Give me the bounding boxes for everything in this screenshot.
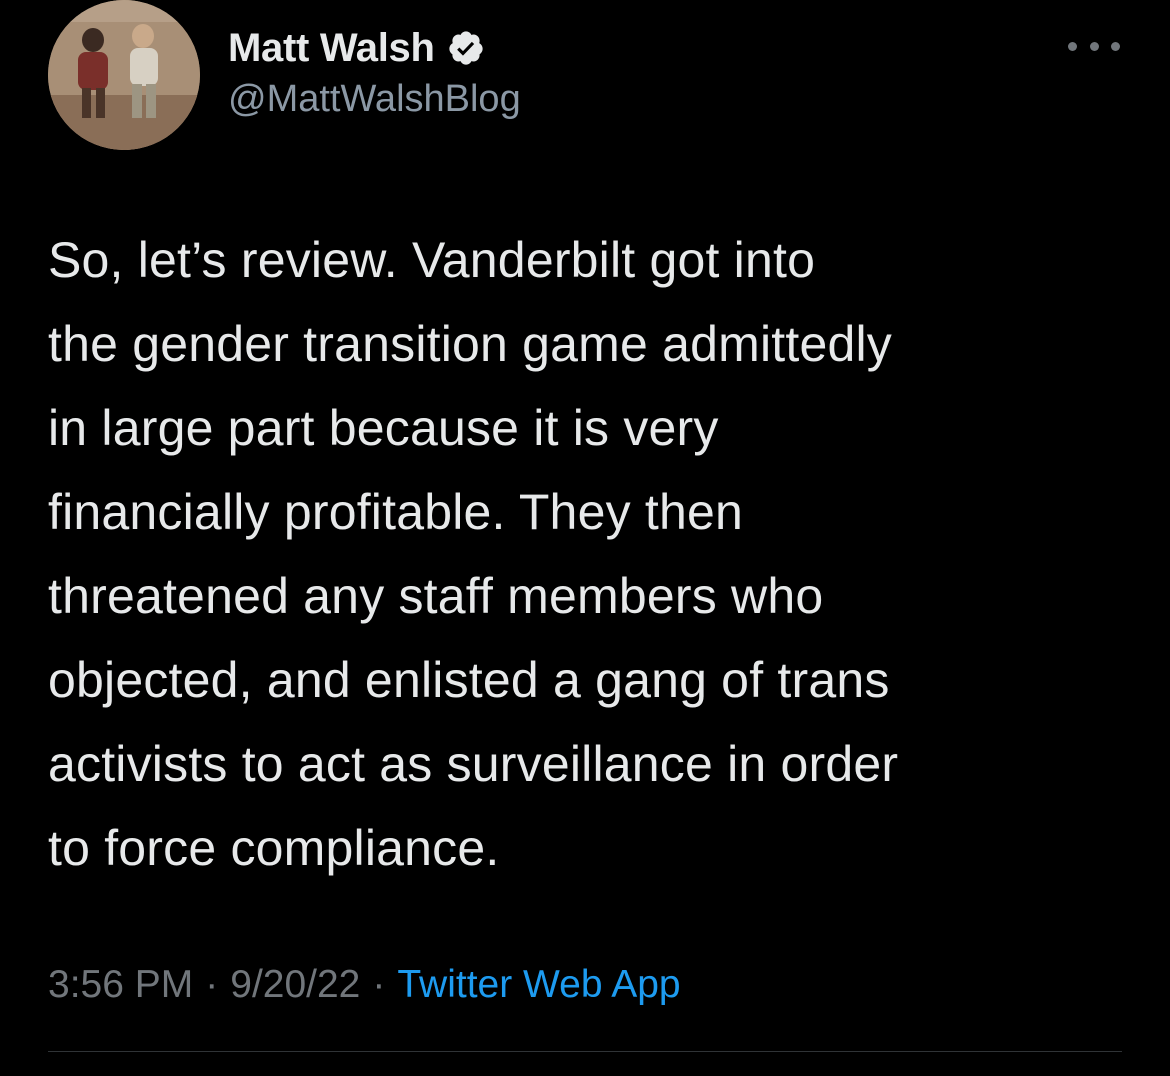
display-name[interactable]: Matt Walsh bbox=[228, 26, 435, 71]
author-info: Matt Walsh @MattWalshBlog bbox=[228, 22, 521, 121]
tweet-date[interactable]: 9/20/22 bbox=[230, 963, 360, 1007]
profile-photo bbox=[48, 0, 200, 150]
ellipsis-dot bbox=[1111, 41, 1120, 51]
verified-badge-icon bbox=[447, 29, 485, 67]
tweet: Matt Walsh @MattWalshBlog So, let’s revi… bbox=[0, 0, 1170, 1076]
tweet-source-link[interactable]: Twitter Web App bbox=[397, 963, 680, 1007]
more-options-button[interactable] bbox=[1068, 34, 1120, 58]
ellipsis-dot bbox=[1089, 41, 1099, 51]
tweet-text: So, let’s review. Vanderbilt got into th… bbox=[48, 232, 899, 876]
divider bbox=[48, 1051, 1122, 1052]
separator: · bbox=[205, 963, 219, 1006]
name-row: Matt Walsh bbox=[228, 22, 521, 74]
tweet-time[interactable]: 3:56 PM bbox=[48, 963, 193, 1007]
handle[interactable]: @MattWalshBlog bbox=[228, 78, 521, 121]
tweet-metadata: 3:56 PM · 9/20/22 · Twitter Web App bbox=[48, 963, 681, 1007]
avatar[interactable] bbox=[48, 0, 200, 150]
ellipsis-icon bbox=[1068, 41, 1077, 51]
separator: · bbox=[372, 963, 386, 1006]
